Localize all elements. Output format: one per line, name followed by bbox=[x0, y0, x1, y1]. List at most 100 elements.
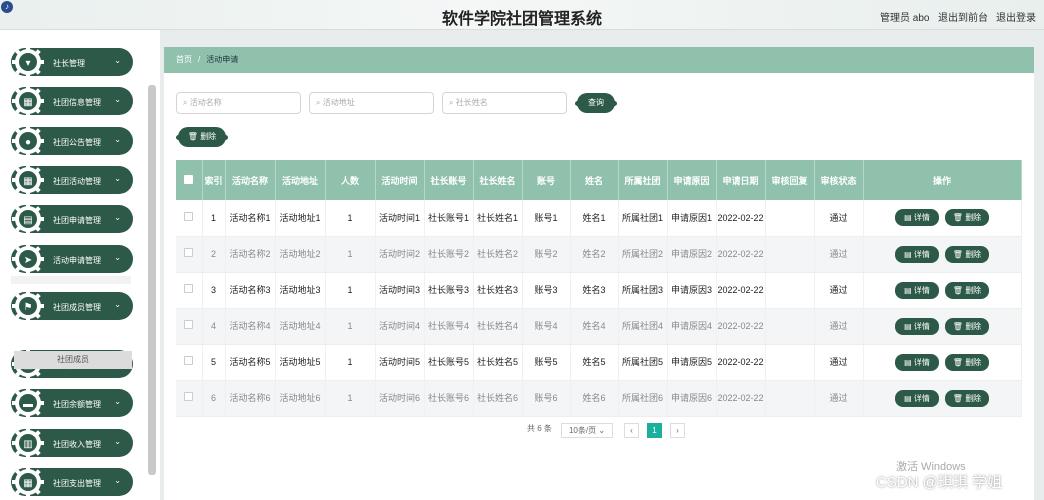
detail-button[interactable]: ▤ 详情 bbox=[895, 245, 939, 263]
delete-label: 删除 bbox=[965, 213, 982, 223]
logout-link[interactable]: 退出登录 bbox=[996, 9, 1036, 24]
delete-button[interactable]: 🗑 删除 bbox=[945, 245, 989, 263]
pin-icon: ● bbox=[12, 125, 44, 157]
table-header-cell: 索引 bbox=[202, 160, 226, 200]
sidebar-item[interactable]: ▦ 社团活动管理 ⌄ bbox=[11, 164, 133, 196]
svg-text:▦: ▦ bbox=[23, 478, 32, 489]
sidebar-item[interactable]: ▥ 社团收入管理 ⌄ bbox=[11, 427, 133, 459]
cell-club: 所属社团4 bbox=[618, 308, 668, 345]
prev-page-button[interactable]: ‹ bbox=[624, 423, 639, 438]
cell-status: 通过 bbox=[814, 200, 864, 237]
trash-icon: 🗑 bbox=[952, 249, 963, 259]
row-checkbox[interactable] bbox=[184, 284, 194, 293]
row-checkbox-cell[interactable] bbox=[176, 200, 203, 237]
sidebar-item[interactable]: ▦ 社团支出管理 ⌄ bbox=[11, 466, 133, 498]
svg-text:▦: ▦ bbox=[23, 176, 32, 187]
cell-account: 账号6 bbox=[522, 380, 571, 417]
top-header: ♪ 软件学院社团管理系统 管理员 abo 退出到前台 退出登录 bbox=[0, 0, 1044, 30]
activity-application-table: 索引 活动名称 活动地址 人数 活动时间 社长账号 社长姓名 账号 姓名 所属社团 申请原因 申请日期… bbox=[176, 160, 1022, 417]
page-size-select[interactable]: 10条/页 ⌄ bbox=[561, 423, 613, 438]
row-checkbox-cell[interactable] bbox=[176, 344, 203, 381]
table-header-cell: 审核状态 bbox=[814, 160, 864, 200]
cell-count: 1 bbox=[325, 236, 376, 273]
delete-button[interactable]: 🗑 删除 bbox=[945, 209, 989, 227]
cell-leader-account: 社长账号2 bbox=[424, 236, 474, 273]
row-checkbox[interactable] bbox=[184, 320, 194, 329]
cell-account: 账号3 bbox=[522, 272, 571, 309]
leader-name-search-input[interactable]: ⌕ 社长姓名 bbox=[442, 92, 567, 114]
sidebar-item-label: 社团申请管理 bbox=[53, 216, 101, 225]
delete-label: 删除 bbox=[965, 249, 982, 259]
chevron-down-icon: ⌄ bbox=[114, 397, 121, 406]
cell-index: 3 bbox=[202, 272, 226, 309]
row-checkbox[interactable] bbox=[184, 392, 194, 401]
row-checkbox-cell[interactable] bbox=[176, 380, 203, 417]
detail-label: 详情 bbox=[913, 357, 930, 367]
table-header-cell: 活动名称 bbox=[225, 160, 276, 200]
table-header-row: 索引 活动名称 活动地址 人数 活动时间 社长账号 社长姓名 账号 姓名 所属社团 申请原因 申请日期… bbox=[176, 160, 1022, 200]
query-button[interactable]: 查询 bbox=[575, 93, 617, 113]
row-checkbox[interactable] bbox=[184, 248, 194, 257]
cell-account: 账号5 bbox=[522, 344, 571, 381]
select-all-checkbox[interactable] bbox=[176, 160, 203, 200]
doc-icon: ▤ bbox=[904, 393, 912, 403]
breadcrumb: 首页 / 活动申请 bbox=[164, 47, 1034, 73]
sidebar-item[interactable]: ▾ 社长管理 ⌄ bbox=[11, 46, 133, 78]
cell-name: 活动名称5 bbox=[225, 344, 276, 381]
doc-icon: ▤ bbox=[904, 285, 912, 295]
doc-icon: ▤ bbox=[904, 213, 912, 223]
grid-icon: ▦ bbox=[12, 85, 44, 117]
row-checkbox[interactable] bbox=[184, 356, 194, 365]
breadcrumb-home[interactable]: 首页 bbox=[176, 55, 192, 64]
detail-label: 详情 bbox=[913, 321, 930, 331]
activity-name-search-input[interactable]: ⌕ 活动名称 bbox=[176, 92, 301, 114]
sidebar: ▾ 社长管理 ⌄ ▦ 社团信息管理 ⌄ ● 社团公告管理 ⌄ ▦ 社团活动管理 ⌄ ▤ 社团申请管理 ⌄ ➤ 活… bbox=[0, 30, 160, 500]
sidebar-subitem-club-members[interactable]: 社团成员 bbox=[14, 351, 132, 369]
row-checkbox-cell[interactable] bbox=[176, 272, 203, 309]
row-actions: ▤ 详情 🗑 删除 bbox=[863, 200, 1022, 237]
batch-delete-button[interactable]: 🗑 删除 bbox=[176, 127, 228, 147]
search-icon: ⌕ bbox=[316, 98, 321, 107]
search-icon: ⌕ bbox=[449, 98, 454, 107]
detail-label: 详情 bbox=[913, 393, 930, 403]
row-checkbox-cell[interactable] bbox=[176, 236, 203, 273]
detail-button[interactable]: ▤ 详情 bbox=[895, 209, 939, 227]
row-checkbox-cell[interactable] bbox=[176, 308, 203, 345]
sidebar-item[interactable]: ⚑ 社团成员管理 ⌄ bbox=[11, 290, 133, 322]
cell-leader-name: 社长姓名6 bbox=[473, 380, 523, 417]
page-number-button[interactable]: 1 bbox=[647, 423, 662, 438]
sidebar-item[interactable]: ▤ 社团申请管理 ⌄ bbox=[11, 203, 133, 235]
checkbox[interactable] bbox=[184, 174, 194, 184]
cell-name: 活动名称1 bbox=[225, 200, 276, 237]
cell-count: 1 bbox=[325, 308, 376, 345]
delete-button[interactable]: 🗑 删除 bbox=[945, 317, 989, 335]
row-actions: ▤ 详情 🗑 删除 bbox=[863, 308, 1022, 345]
sidebar-item[interactable]: ● 社团公告管理 ⌄ bbox=[11, 125, 133, 157]
cell-account: 账号1 bbox=[522, 200, 571, 237]
sidebar-item[interactable]: ➤ 活动申请管理 ⌄ bbox=[11, 243, 133, 275]
delete-button[interactable]: 🗑 删除 bbox=[945, 389, 989, 407]
cell-date: 2022-02-22 bbox=[716, 380, 766, 417]
activity-address-search-input[interactable]: ⌕ 活动地址 bbox=[309, 92, 434, 114]
chevron-down-icon: ⌄ bbox=[114, 56, 121, 65]
trash-icon: 🗑 bbox=[952, 213, 963, 223]
row-actions: ▤ 详情 🗑 删除 bbox=[863, 344, 1022, 381]
sidebar-item[interactable]: ▬ 社团余额管理 ⌄ bbox=[11, 387, 133, 419]
cell-reason: 申请原因5 bbox=[667, 344, 717, 381]
cell-count: 1 bbox=[325, 344, 376, 381]
detail-button[interactable]: ▤ 详情 bbox=[895, 281, 939, 299]
detail-label: 详情 bbox=[913, 285, 930, 295]
next-page-button[interactable]: › bbox=[670, 423, 685, 438]
delete-button[interactable]: 🗑 删除 bbox=[945, 353, 989, 371]
sidebar-item-label: 社团信息管理 bbox=[53, 98, 101, 107]
sidebar-item[interactable]: ▦ 社团信息管理 ⌄ bbox=[11, 85, 133, 117]
exit-to-front-link[interactable]: 退出到前台 bbox=[938, 9, 988, 24]
svg-text:▬: ▬ bbox=[23, 399, 33, 410]
delete-button[interactable]: 🗑 删除 bbox=[945, 281, 989, 299]
row-checkbox[interactable] bbox=[184, 211, 194, 221]
cell-leader-account: 社长账号5 bbox=[424, 344, 474, 381]
detail-button[interactable]: ▤ 详情 bbox=[895, 389, 939, 407]
detail-button[interactable]: ▤ 详情 bbox=[895, 353, 939, 371]
sidebar-scrollbar[interactable] bbox=[148, 85, 156, 475]
detail-button[interactable]: ▤ 详情 bbox=[895, 317, 939, 335]
